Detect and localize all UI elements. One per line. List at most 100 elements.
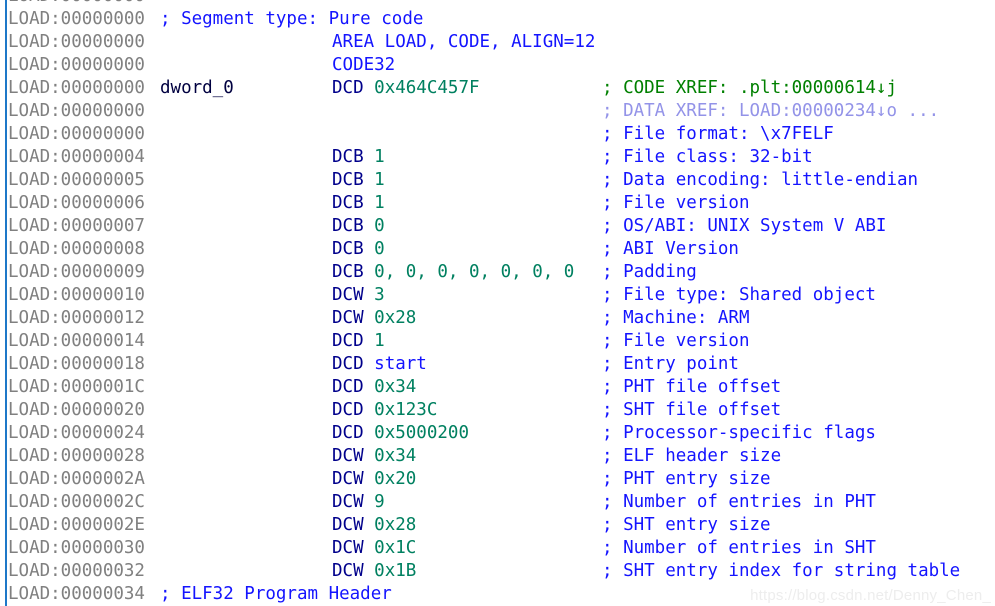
listing-row[interactable]: LOAD:00000008 DCB 0 ; ABI Version [0,238,995,261]
row-comment: ; PHT file offset [602,377,782,397]
listing-row[interactable]: LOAD:00000000 dword_0 DCD 0x464C457F ; CODE… [0,77,995,100]
row-address: LOAD:00000030 [8,538,145,558]
row-instruction[interactable]: DCB 1 [332,146,385,169]
row-directive[interactable]: CODE32 [332,54,395,77]
listing-row[interactable]: LOAD:00000000 AREA LOAD, CODE, ALIGN=12 [0,31,995,54]
row-instruction[interactable]: DCD start [332,353,427,376]
row-operand[interactable]: 9 [374,492,385,512]
row-address: LOAD:00000000 [8,78,145,98]
row-instruction[interactable]: DCB 0 [332,215,385,238]
row-mnemonic: DCW [332,538,364,558]
row-address: LOAD:00000000 [8,124,145,144]
row-operand[interactable]: 0x1B [374,561,416,581]
row-operand[interactable]: 0, 0, 0, 0, 0, 0, 0 [374,262,574,282]
row-instruction[interactable]: DCW 9 [332,491,385,514]
listing-row[interactable]: LOAD:00000012 DCW 0x28 ; Machine: ARM [0,307,995,330]
row-mnemonic: DCW [332,492,364,512]
row-comment: ; File version [602,331,750,351]
row-mnemonic: DCB [332,170,364,190]
row-instruction[interactable]: DCW 0x28 [332,307,416,330]
listing-row[interactable]: LOAD:00000028 DCW 0x34 ; ELF header size [0,445,995,468]
row-mnemonic: DCD [332,423,364,443]
listing-row[interactable]: LOAD:00000006 DCB 1 ; File version [0,192,995,215]
listing-row[interactable]: LOAD:0000002E DCW 0x28 ; SHT entry size [0,514,995,537]
row-instruction[interactable]: DCB 0 [332,238,385,261]
row-operand[interactable]: 0x28 [374,515,416,535]
row-instruction[interactable]: DCB 0, 0, 0, 0, 0, 0, 0 [332,261,574,284]
row-address: LOAD:0000002A [8,469,145,489]
row-symbol-name[interactable]: dword_0 [160,77,234,100]
row-operand[interactable]: 0x20 [374,469,416,489]
row-mnemonic: DCW [332,561,364,581]
row-address: LOAD:00000009 [8,262,145,282]
row-operand[interactable]: 3 [374,285,385,305]
row-operand[interactable]: 1 [374,331,385,351]
disassembly-listing[interactable]: LOAD:00000000LOAD:00000000; Segment type… [0,0,995,606]
row-operand[interactable]: 1 [374,193,385,213]
listing-row[interactable]: LOAD:00000020 DCD 0x123C ; SHT file offset [0,399,995,422]
row-instruction[interactable]: DCW 0x20 [332,468,416,491]
row-operand[interactable]: 0 [374,216,385,236]
listing-row[interactable]: LOAD:00000000 ; File format: \x7FELF [0,123,995,146]
row-instruction[interactable]: DCW 0x1B [332,560,416,583]
row-comment: ; ELF header size [602,446,782,466]
row-instruction[interactable]: DCB 1 [332,169,385,192]
row-operand[interactable]: 0 [374,239,385,259]
listing-row[interactable]: LOAD:00000009 DCB 0, 0, 0, 0, 0, 0, 0 ; Pa… [0,261,995,284]
row-comment: ; SHT entry size [602,515,771,535]
listing-row[interactable]: LOAD:00000024 DCD 0x5000200 ; Processor-sp… [0,422,995,445]
listing-row[interactable]: LOAD:00000000 ; Segment type: Pure code [0,8,995,31]
listing-row[interactable]: LOAD:00000004 DCB 1 ; File class: 32-bit [0,146,995,169]
row-comment: ; OS/ABI: UNIX System V ABI [602,216,887,236]
listing-row[interactable]: LOAD:0000002A DCW 0x20 ; PHT entry size [0,468,995,491]
row-instruction[interactable]: DCB 1 [332,192,385,215]
row-comment: ; Number of entries in PHT [602,492,876,512]
row-mnemonic: DCB [332,147,364,167]
listing-row[interactable]: LOAD:00000032 DCW 0x1B ; SHT entry index f… [0,560,995,583]
row-mnemonic: DCB [332,262,364,282]
row-comment: ; ABI Version [602,239,739,259]
row-code-xref-comment[interactable]: ; CODE XREF: .plt:00000614↓j [602,77,897,100]
row-operand[interactable]: 0x1C [374,538,416,558]
row-operand[interactable]: 0x34 [374,377,416,397]
row-comment: ; Padding [602,262,697,282]
row-instruction[interactable]: DCW 3 [332,284,385,307]
row-operand[interactable]: 1 [374,170,385,190]
row-address: LOAD:00000007 [8,216,145,236]
row-operand[interactable]: 1 [374,147,385,167]
row-instruction[interactable]: DCW 0x1C [332,537,416,560]
row-directive[interactable]: AREA LOAD, CODE, ALIGN=12 [332,31,595,54]
row-mnemonic: DCW [332,285,364,305]
row-operand[interactable]: 0x28 [374,308,416,328]
row-operand[interactable]: 0x5000200 [374,423,469,443]
row-data-xref-comment[interactable]: ; DATA XREF: LOAD:00000234↓o ... [602,100,939,123]
row-instruction[interactable]: DCD 1 [332,330,385,353]
listing-row[interactable]: LOAD:00000010 DCW 3 ; File type: Shared ob… [0,284,995,307]
row-operand[interactable]: 0x123C [374,400,437,420]
row-mnemonic: DCW [332,515,364,535]
listing-row[interactable]: LOAD:00000018 DCD start ; Entry point [0,353,995,376]
row-operand[interactable]: start [374,354,427,374]
listing-row[interactable]: LOAD:00000014 DCD 1 ; File version [0,330,995,353]
row-operand[interactable]: 0x464C457F [374,78,479,98]
listing-row[interactable]: LOAD:00000030 DCW 0x1C ; Number of entries… [0,537,995,560]
listing-row[interactable]: LOAD:0000001C DCD 0x34 ; PHT file offset [0,376,995,399]
row-instruction[interactable]: DCW 0x28 [332,514,416,537]
listing-row[interactable]: LOAD:00000000 CODE32 [0,54,995,77]
row-comment: ; Number of entries in SHT [602,538,876,558]
row-operand[interactable]: 0x34 [374,446,416,466]
row-comment: ; PHT entry size [602,469,771,489]
listing-row[interactable]: LOAD:00000000 [0,0,995,8]
row-instruction[interactable]: DCW 0x34 [332,445,416,468]
row-address: LOAD:00000000 [8,9,145,29]
listing-row[interactable]: LOAD:00000007 DCB 0 ; OS/ABI: UNIX System … [0,215,995,238]
listing-row[interactable]: LOAD:00000000 ; DATA XREF: LOAD:00000234↓… [0,100,995,123]
row-instruction[interactable]: DCD 0x34 [332,376,416,399]
row-instruction[interactable]: DCD 0x123C [332,399,437,422]
listing-row[interactable]: LOAD:00000005 DCB 1 ; Data encoding: littl… [0,169,995,192]
listing-row[interactable]: LOAD:0000002C DCW 9 ; Number of entries in… [0,491,995,514]
row-address: LOAD:00000004 [8,147,145,167]
row-instruction[interactable]: DCD 0x5000200 [332,422,469,445]
row-comment: ; Machine: ARM [602,308,750,328]
row-instruction[interactable]: DCD 0x464C457F [332,77,480,100]
